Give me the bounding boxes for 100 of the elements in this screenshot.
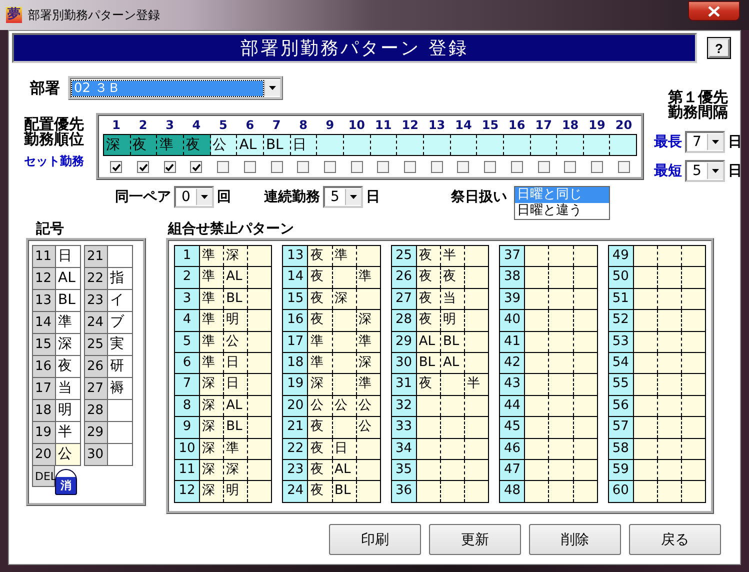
pattern-cell[interactable]	[634, 352, 658, 374]
pattern-cell[interactable]: 公	[308, 396, 333, 416]
pattern-cell[interactable]: 公	[224, 332, 248, 352]
pattern-cell[interactable]	[465, 460, 488, 480]
pattern-cell[interactable]: 準	[308, 352, 333, 374]
pattern-cell[interactable]: 夜	[308, 460, 333, 480]
pattern-cell[interactable]	[465, 288, 488, 310]
pattern-cell[interactable]	[574, 481, 597, 502]
pattern-cell[interactable]: 夜	[440, 267, 466, 288]
pattern-cell[interactable]	[682, 481, 706, 502]
pattern-cell[interactable]	[574, 460, 597, 480]
pattern-cell[interactable]	[525, 374, 550, 395]
pattern-cell[interactable]	[248, 332, 272, 352]
priority-cell[interactable]: 夜	[130, 135, 158, 155]
pattern-cell[interactable]	[248, 396, 272, 416]
set-checkbox[interactable]	[618, 161, 630, 173]
pattern-cell[interactable]	[682, 288, 706, 310]
pattern-cell[interactable]	[465, 246, 488, 266]
pattern-cell[interactable]	[549, 438, 574, 459]
pattern-cell[interactable]	[574, 267, 597, 288]
pattern-cell[interactable]	[634, 438, 658, 459]
pattern-cell[interactable]	[248, 481, 272, 502]
holiday-option[interactable]: 日曜と違う	[515, 203, 609, 219]
pattern-cell[interactable]	[549, 417, 574, 438]
pattern-cell[interactable]: 準	[200, 310, 224, 331]
pattern-cell[interactable]	[574, 374, 597, 395]
pattern-cell[interactable]	[525, 396, 550, 416]
pattern-cell[interactable]	[525, 417, 550, 438]
pattern-cell[interactable]	[465, 267, 488, 288]
pattern-cell[interactable]: 明	[224, 481, 248, 502]
pattern-cell[interactable]	[248, 438, 272, 459]
pattern-cell[interactable]: 公	[332, 396, 357, 416]
pattern-cell[interactable]: 準	[200, 288, 224, 310]
pattern-cell[interactable]: 深	[200, 374, 224, 395]
priority-cell[interactable]	[530, 135, 558, 155]
pattern-cell[interactable]	[682, 460, 706, 480]
pattern-cell[interactable]: 準	[200, 352, 224, 374]
pattern-cell[interactable]	[634, 374, 658, 395]
set-checkbox[interactable]	[484, 161, 496, 173]
symbol-cell[interactable]: 研	[108, 356, 133, 377]
pattern-cell[interactable]	[634, 396, 658, 416]
pattern-cell[interactable]	[248, 246, 272, 266]
pattern-cell[interactable]: AL	[416, 332, 441, 352]
pattern-cell[interactable]	[574, 246, 597, 266]
set-checkbox[interactable]	[244, 161, 256, 173]
pattern-cell[interactable]: 準	[224, 438, 248, 459]
pattern-cell[interactable]	[682, 246, 706, 266]
pattern-cell[interactable]: 夜	[308, 267, 333, 288]
pattern-cell[interactable]	[574, 310, 597, 331]
pattern-cell[interactable]	[634, 332, 658, 352]
pattern-cell[interactable]	[356, 246, 380, 266]
symbol-cell[interactable]: 準	[56, 312, 81, 333]
pattern-cell[interactable]: 夜	[308, 246, 333, 266]
pattern-cell[interactable]	[525, 288, 550, 310]
pattern-cell[interactable]	[332, 332, 357, 352]
pattern-cell[interactable]: 深	[356, 352, 380, 374]
pattern-cell[interactable]: 夜	[416, 267, 441, 288]
pattern-cell[interactable]: 準	[356, 267, 380, 288]
pattern-cell[interactable]	[549, 481, 574, 502]
symbol-cell[interactable]: 当	[56, 378, 81, 399]
symbol-cell[interactable]: 指	[108, 268, 133, 289]
symbol-cell[interactable]: 半	[56, 422, 81, 443]
pattern-cell[interactable]: 夜	[308, 417, 333, 438]
pattern-cell[interactable]: BL	[416, 352, 441, 374]
pattern-cell[interactable]	[682, 396, 706, 416]
set-checkbox[interactable]	[591, 161, 603, 173]
pattern-cell[interactable]	[634, 288, 658, 310]
pattern-cell[interactable]: 日	[224, 352, 248, 374]
pattern-cell[interactable]	[525, 438, 550, 459]
pattern-cell[interactable]: 準	[200, 267, 224, 288]
symbol-cell[interactable]: BL	[56, 290, 81, 311]
pattern-cell[interactable]	[634, 267, 658, 288]
pattern-cell[interactable]: 明	[440, 310, 466, 331]
set-checkbox[interactable]	[164, 161, 176, 173]
pattern-cell[interactable]: 準	[356, 374, 380, 395]
pattern-cell[interactable]	[658, 460, 682, 480]
action-button[interactable]: 更新	[429, 524, 521, 555]
priority-cell[interactable]: 深	[104, 135, 131, 155]
pattern-cell[interactable]	[465, 352, 488, 374]
consecutive-dropdown[interactable]: 5	[323, 186, 363, 208]
pattern-cell[interactable]	[440, 396, 466, 416]
pattern-cell[interactable]	[332, 267, 357, 288]
pattern-cell[interactable]: 深	[224, 460, 248, 480]
pattern-cell[interactable]	[356, 288, 380, 310]
pattern-cell[interactable]: 半	[440, 246, 466, 266]
priority-cell[interactable]	[477, 135, 504, 155]
set-checkbox[interactable]	[538, 161, 550, 173]
pattern-cell[interactable]: AL	[224, 396, 248, 416]
pattern-cell[interactable]: 夜	[416, 246, 441, 266]
pattern-cell[interactable]: AL	[332, 460, 357, 480]
pattern-cell[interactable]	[248, 267, 272, 288]
interval-dropdown[interactable]: 5	[685, 160, 725, 182]
pattern-cell[interactable]	[549, 310, 574, 331]
set-checkbox[interactable]	[404, 161, 416, 173]
same-pair-dropdown[interactable]: 0	[174, 186, 214, 208]
pattern-cell[interactable]: BL	[224, 417, 248, 438]
priority-cell[interactable]	[397, 135, 424, 155]
pattern-cell[interactable]: 深	[356, 310, 380, 331]
help-button[interactable]: ?	[708, 38, 730, 58]
pattern-cell[interactable]	[634, 310, 658, 331]
